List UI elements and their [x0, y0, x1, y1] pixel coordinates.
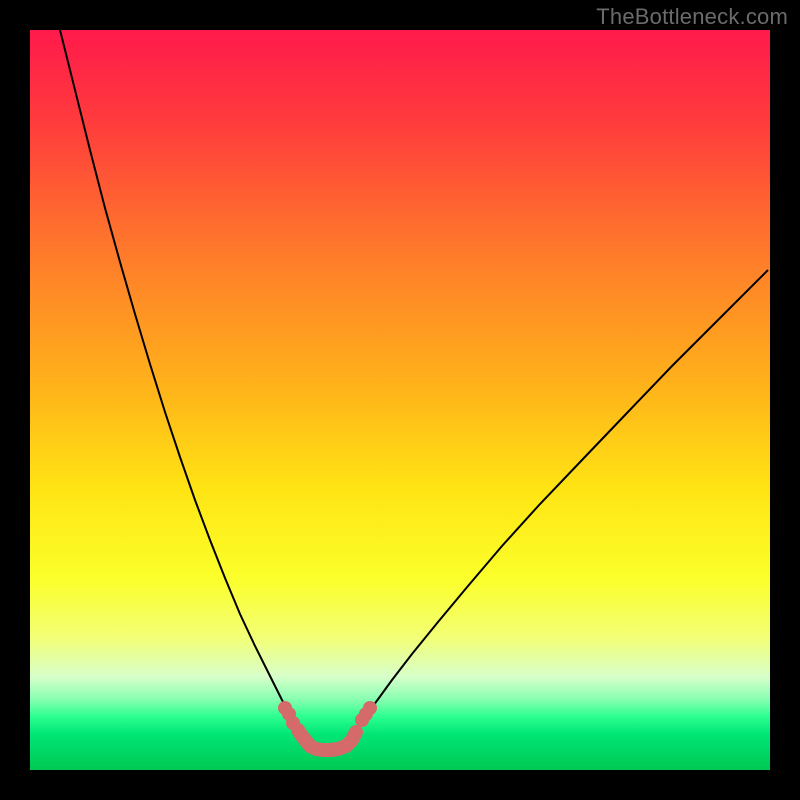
- series-left-branch: [60, 30, 300, 732]
- watermark-text: TheBottleneck.com: [596, 4, 788, 30]
- series-right-branch: [354, 270, 768, 732]
- trough-dot: [286, 716, 300, 730]
- plot-area: [30, 30, 770, 770]
- series-trough-marker: [298, 730, 356, 750]
- chart-frame: TheBottleneck.com: [0, 0, 800, 800]
- trough-dot: [363, 701, 377, 715]
- curves-layer: [30, 30, 770, 770]
